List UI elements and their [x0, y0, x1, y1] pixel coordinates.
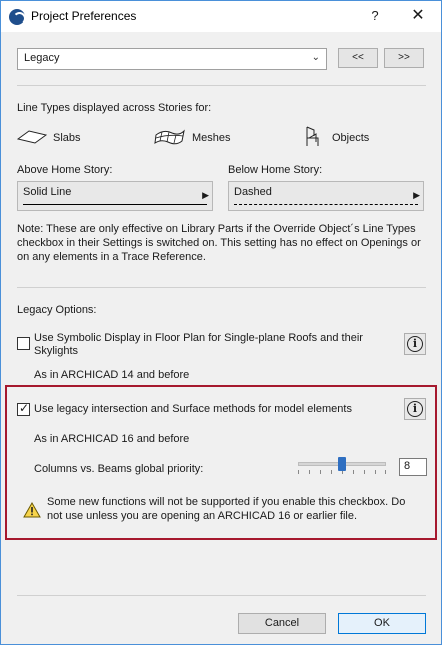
symbolic-display-checkbox[interactable] [17, 337, 30, 350]
above-line-type-value: Solid Line [23, 186, 72, 198]
solid-line-sample [23, 204, 207, 205]
priority-slider-thumb[interactable] [338, 457, 346, 471]
info-icon: i [407, 401, 423, 417]
dialog-content: Legacy ⌄ << >> Line Types displayed acro… [1, 32, 441, 644]
warning-text: Some new functions will not be supported… [47, 496, 406, 522]
mesh-icon [154, 129, 185, 145]
warning-icon [23, 502, 41, 518]
priority-label: Columns vs. Beams global priority: [34, 463, 204, 475]
legacy-options-heading: Legacy Options: [17, 304, 97, 316]
priority-value-field[interactable]: 8 [399, 458, 427, 476]
slab-icon [17, 130, 47, 144]
next-preset-button[interactable]: >> [384, 48, 424, 68]
above-home-story-label: Above Home Story: [17, 164, 113, 176]
close-button[interactable]: ✕ [406, 6, 430, 26]
intersection-subtext: As in ARCHICAD 16 and before [34, 433, 190, 445]
above-line-type-select[interactable]: Solid Line ▶ [17, 181, 213, 211]
chevron-down-icon: ⌄ [311, 52, 320, 63]
below-line-type-select[interactable]: Dashed ▶ [228, 181, 424, 211]
chair-icon [306, 126, 319, 146]
slabs-label: Slabs [53, 132, 81, 144]
divider [17, 85, 426, 86]
cancel-button[interactable]: Cancel [238, 613, 326, 634]
window-title: Project Preferences [31, 9, 137, 23]
line-types-note: Note: These are only effective on Librar… [17, 223, 421, 263]
ok-button[interactable]: OK [338, 613, 426, 634]
triangle-right-icon: ▶ [413, 190, 420, 200]
checkmark-icon: ✓ [19, 401, 30, 415]
previous-preset-button[interactable]: << [338, 48, 378, 68]
divider [17, 595, 426, 596]
title-bar: Project Preferences ? ✕ [1, 1, 441, 32]
info-icon: i [407, 336, 423, 352]
symbolic-subtext: As in ARCHICAD 14 and before [34, 369, 190, 381]
below-line-type-value: Dashed [234, 186, 272, 198]
preset-dropdown[interactable]: Legacy ⌄ [17, 48, 327, 70]
meshes-label: Meshes [192, 132, 231, 144]
archicad-icon [9, 9, 26, 25]
legacy-intersection-label: Use legacy intersection and Surface meth… [34, 403, 352, 415]
help-button[interactable]: ? [363, 6, 387, 26]
symbolic-info-button[interactable]: i [404, 333, 426, 355]
legacy-intersection-checkbox[interactable]: ✓ [17, 401, 30, 416]
below-home-story-label: Below Home Story: [228, 164, 323, 176]
symbolic-display-label: Use Symbolic Display in Floor Plan for S… [34, 332, 363, 357]
line-types-heading: Line Types displayed across Stories for: [17, 102, 212, 114]
intersection-info-button[interactable]: i [404, 398, 426, 420]
divider [17, 287, 426, 288]
triangle-right-icon: ▶ [202, 190, 209, 200]
objects-label: Objects [332, 132, 370, 144]
dashed-line-sample [234, 204, 418, 205]
preset-value: Legacy [24, 52, 60, 64]
project-preferences-window: Project Preferences ? ✕ Legacy ⌄ << >> L… [0, 0, 442, 645]
